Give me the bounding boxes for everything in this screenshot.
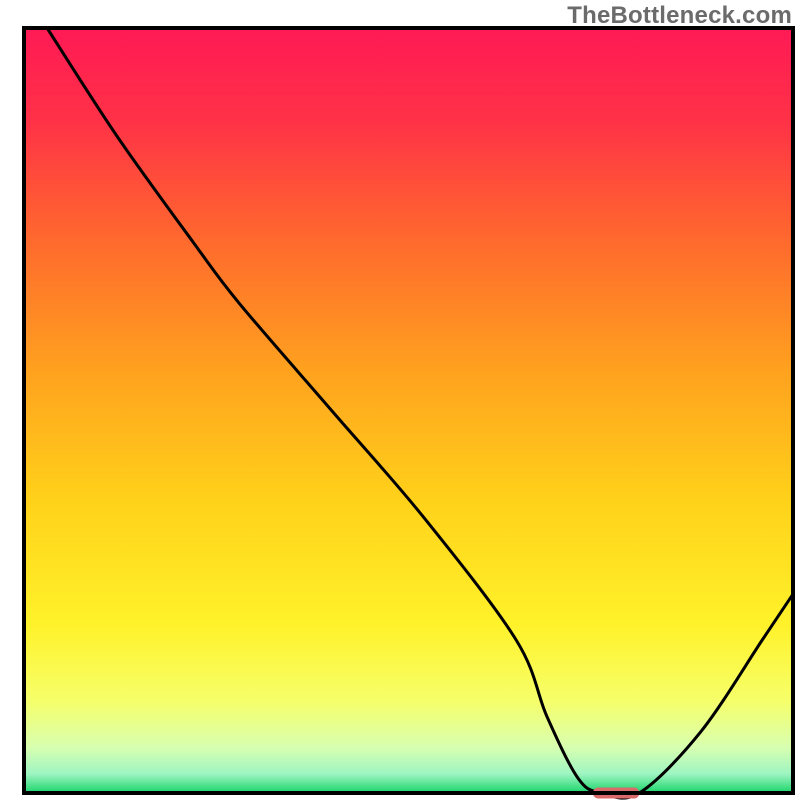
watermark-text: TheBottleneck.com bbox=[567, 2, 792, 30]
chart-container: TheBottleneck.com bbox=[0, 0, 800, 800]
bottleneck-chart bbox=[0, 0, 800, 800]
gradient-background bbox=[24, 28, 793, 793]
